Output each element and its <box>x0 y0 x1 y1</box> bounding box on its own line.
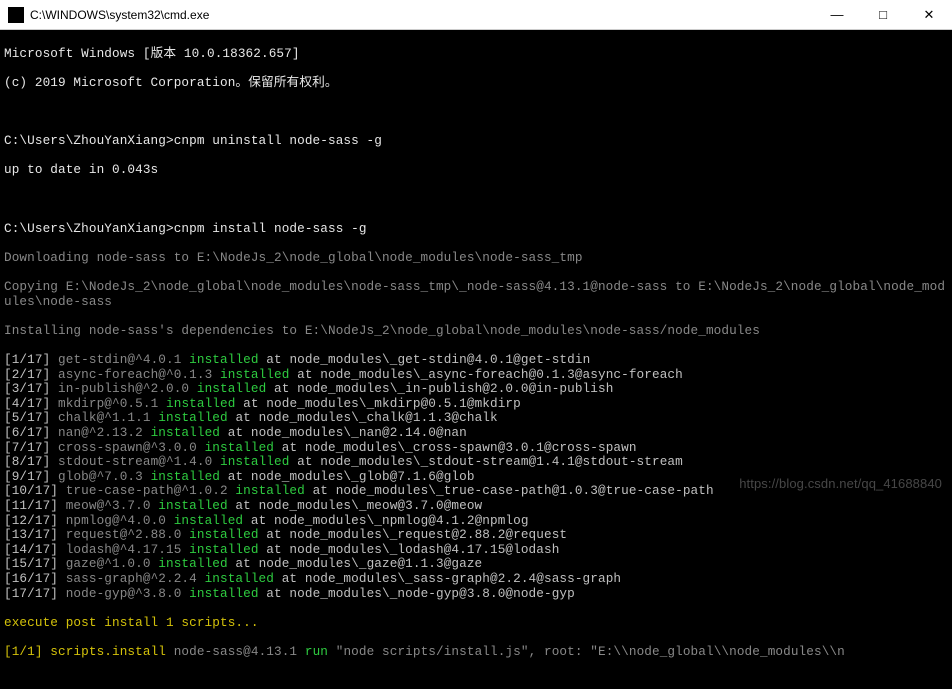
cmd-icon <box>8 7 24 23</box>
dep-line: [8/17] stdout-stream@^1.4.0 installed at… <box>4 455 948 470</box>
dep-line: [5/17] chalk@^1.1.1 installed at node_mo… <box>4 411 948 426</box>
close-button[interactable]: ✕ <box>906 0 952 29</box>
execute-post-install: execute post install 1 scripts... <box>4 616 948 631</box>
dep-line: [15/17] gaze@^1.0.0 installed at node_mo… <box>4 557 948 572</box>
prompt-line-1: C:\Users\ZhouYanXiang>cnpm uninstall nod… <box>4 134 948 149</box>
dep-line: [16/17] sass-graph@^2.2.4 installed at n… <box>4 572 948 587</box>
dep-line: [11/17] meow@^3.7.0 installed at node_mo… <box>4 499 948 514</box>
copyright-line: (c) 2019 Microsoft Corporation。保留所有权利。 <box>4 76 948 91</box>
dep-line: [4/17] mkdirp@^0.5.1 installed at node_m… <box>4 397 948 412</box>
dep-line: [7/17] cross-spawn@^3.0.0 installed at n… <box>4 441 948 456</box>
uninstall-result: up to date in 0.043s <box>4 163 948 178</box>
copying-line: Copying E:\NodeJs_2\node_global\node_mod… <box>4 280 948 309</box>
dep-line: [17/17] node-gyp@^3.8.0 installed at nod… <box>4 587 948 602</box>
installing-deps-line: Installing node-sass's dependencies to E… <box>4 324 948 339</box>
dep-line: [12/17] npmlog@^4.0.0 installed at node_… <box>4 514 948 529</box>
dep-line: [3/17] in-publish@^2.0.0 installed at no… <box>4 382 948 397</box>
dep-line: [10/17] true-case-path@^1.0.2 installed … <box>4 484 948 499</box>
window-title: C:\WINDOWS\system32\cmd.exe <box>30 8 814 22</box>
version-line: Microsoft Windows [版本 10.0.18362.657] <box>4 47 948 62</box>
dep-line: [14/17] lodash@^4.17.15 installed at nod… <box>4 543 948 558</box>
dep-line: [1/17] get-stdin@^4.0.1 installed at nod… <box>4 353 948 368</box>
window-titlebar: C:\WINDOWS\system32\cmd.exe — □ ✕ <box>0 0 952 30</box>
script-install-line: [1/1] scripts.install node-sass@4.13.1 r… <box>4 645 948 660</box>
terminal-output[interactable]: Microsoft Windows [版本 10.0.18362.657] (c… <box>0 30 952 512</box>
dep-line: [2/17] async-foreach@^0.1.3 installed at… <box>4 368 948 383</box>
dep-line: [13/17] request@^2.88.0 installed at nod… <box>4 528 948 543</box>
downloading-line: Downloading node-sass to E:\NodeJs_2\nod… <box>4 251 948 266</box>
prompt-line-2: C:\Users\ZhouYanXiang>cnpm install node-… <box>4 222 948 237</box>
maximize-button[interactable]: □ <box>860 0 906 29</box>
window-controls: — □ ✕ <box>814 0 952 29</box>
dep-line: [9/17] glob@^7.0.3 installed at node_mod… <box>4 470 948 485</box>
dep-line: [6/17] nan@^2.13.2 installed at node_mod… <box>4 426 948 441</box>
minimize-button[interactable]: — <box>814 0 860 29</box>
